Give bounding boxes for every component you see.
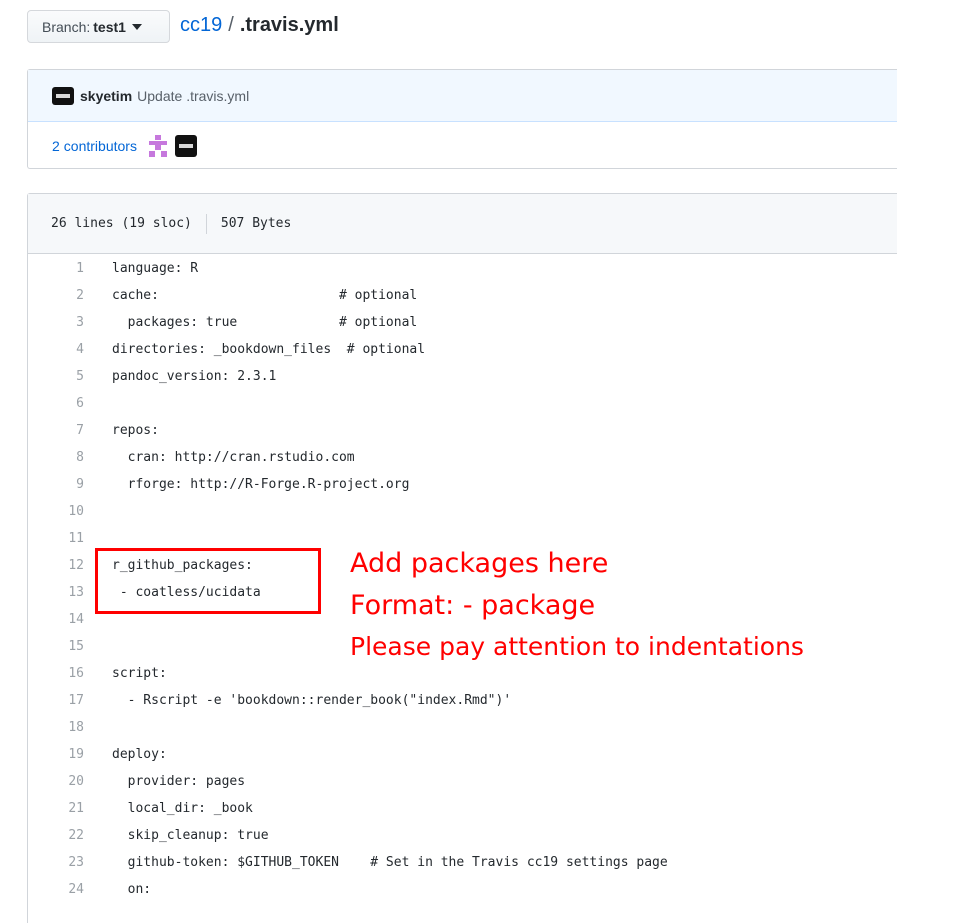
code-line: 17 - Rscript -e 'bookdown::render_book("… bbox=[28, 687, 897, 714]
line-content: cache: # optional bbox=[112, 288, 418, 303]
branch-name: test1 bbox=[93, 18, 126, 35]
commit-author-link[interactable]: skyetim bbox=[80, 88, 132, 104]
file-line-count: 26 lines (19 sloc) bbox=[51, 216, 192, 231]
code-line: 22 skip_cleanup: true bbox=[28, 822, 897, 849]
code-line: 1 language: R bbox=[28, 255, 897, 282]
line-number[interactable]: 2 bbox=[28, 282, 84, 309]
chevron-down-icon bbox=[131, 23, 142, 30]
line-number[interactable]: 23 bbox=[28, 849, 84, 876]
code-line: 24 on: bbox=[28, 876, 897, 903]
line-content: repos: bbox=[112, 423, 159, 438]
code-line: 19 deploy: bbox=[28, 741, 897, 768]
avatar[interactable] bbox=[52, 86, 74, 105]
contributors-label[interactable]: contributors bbox=[64, 138, 137, 154]
line-number[interactable]: 11 bbox=[28, 525, 84, 552]
breadcrumb-file-name: .travis.yml bbox=[239, 14, 339, 36]
code-line: 20 provider: pages bbox=[28, 768, 897, 795]
line-number[interactable]: 24 bbox=[28, 876, 84, 903]
line-content: cran: http://cran.rstudio.com bbox=[112, 450, 355, 465]
branch-selector-button[interactable]: Branch: test1 bbox=[27, 10, 170, 43]
commit-message-link[interactable]: Update .travis.yml bbox=[137, 88, 249, 104]
line-number[interactable]: 17 bbox=[28, 687, 84, 714]
line-number[interactable]: 16 bbox=[28, 660, 84, 687]
line-number[interactable]: 1 bbox=[28, 255, 84, 282]
file-header: 26 lines (19 sloc) 507 Bytes bbox=[28, 194, 897, 254]
line-number[interactable]: 4 bbox=[28, 336, 84, 363]
line-content: packages: true # optional bbox=[112, 315, 418, 330]
code-line: 8 cran: http://cran.rstudio.com bbox=[28, 444, 897, 471]
contributor-avatar-identicon[interactable] bbox=[147, 134, 169, 157]
line-number[interactable]: 7 bbox=[28, 417, 84, 444]
annotation-text-3: Please pay attention to indentations bbox=[350, 632, 804, 661]
code-line: 5 pandoc_version: 2.3.1 bbox=[28, 363, 897, 390]
code-line: 18 bbox=[28, 714, 897, 741]
breadcrumb: cc19 / .travis.yml bbox=[180, 14, 339, 37]
latest-commit-row: skyetim Update .travis.yml bbox=[28, 70, 897, 122]
breadcrumb-separator: / bbox=[228, 14, 234, 36]
line-content: on: bbox=[112, 882, 152, 897]
line-number[interactable]: 12 bbox=[28, 552, 84, 579]
line-content: github-token: $GITHUB_TOKEN # Set in the… bbox=[112, 855, 668, 870]
annotation-text-2: Format: - package bbox=[350, 590, 596, 621]
line-number[interactable]: 8 bbox=[28, 444, 84, 471]
code-line: 3 packages: true # optional bbox=[28, 309, 897, 336]
line-content: skip_cleanup: true bbox=[112, 828, 269, 843]
line-number[interactable]: 18 bbox=[28, 714, 84, 741]
line-number[interactable]: 6 bbox=[28, 390, 84, 417]
code-line: 21 local_dir: _book bbox=[28, 795, 897, 822]
line-content: pandoc_version: 2.3.1 bbox=[112, 369, 277, 384]
code-line: 4 directories: _bookdown_files # optional bbox=[28, 336, 897, 363]
line-number[interactable]: 21 bbox=[28, 795, 84, 822]
breadcrumb-repo-link[interactable]: cc19 bbox=[180, 14, 222, 37]
code-line: 6 bbox=[28, 390, 897, 417]
line-number[interactable]: 14 bbox=[28, 606, 84, 633]
contributors-count[interactable]: 2 bbox=[52, 138, 60, 154]
line-number[interactable]: 19 bbox=[28, 741, 84, 768]
code-line: 23 github-token: $GITHUB_TOKEN # Set in … bbox=[28, 849, 897, 876]
annotation-text-1: Add packages here bbox=[350, 548, 609, 579]
line-content: directories: _bookdown_files # optional bbox=[112, 342, 426, 357]
line-number[interactable]: 9 bbox=[28, 471, 84, 498]
code-line: 16 script: bbox=[28, 660, 897, 687]
contributor-avatar-dark[interactable] bbox=[174, 134, 197, 157]
header-divider bbox=[205, 213, 207, 234]
branch-prefix: Branch: bbox=[42, 18, 91, 35]
line-content: deploy: bbox=[112, 747, 167, 762]
line-content: provider: pages bbox=[112, 774, 246, 789]
code-line: 7 repos: bbox=[28, 417, 897, 444]
code-line: 9 rforge: http://R-Forge.R-project.org bbox=[28, 471, 897, 498]
line-content: - Rscript -e 'bookdown::render_book("ind… bbox=[112, 693, 512, 708]
contributors-row: 2 contributors bbox=[28, 122, 897, 169]
line-content: language: R bbox=[112, 261, 199, 276]
line-number[interactable]: 13 bbox=[28, 579, 84, 606]
commit-info-box: skyetim Update .travis.yml 2 contributor… bbox=[27, 69, 897, 169]
line-content: rforge: http://R-Forge.R-project.org bbox=[112, 477, 410, 492]
line-number[interactable]: 3 bbox=[28, 309, 84, 336]
line-content: script: bbox=[112, 666, 167, 681]
line-number[interactable]: 10 bbox=[28, 498, 84, 525]
line-content: local_dir: _book bbox=[112, 801, 253, 816]
line-number[interactable]: 22 bbox=[28, 822, 84, 849]
file-size: 507 Bytes bbox=[220, 216, 292, 231]
line-number[interactable]: 20 bbox=[28, 768, 84, 795]
highlight-annotation-box bbox=[95, 548, 321, 614]
line-number[interactable]: 15 bbox=[28, 633, 84, 660]
code-line: 2 cache: # optional bbox=[28, 282, 897, 309]
line-number[interactable]: 5 bbox=[28, 363, 84, 390]
code-line: 10 bbox=[28, 498, 897, 525]
